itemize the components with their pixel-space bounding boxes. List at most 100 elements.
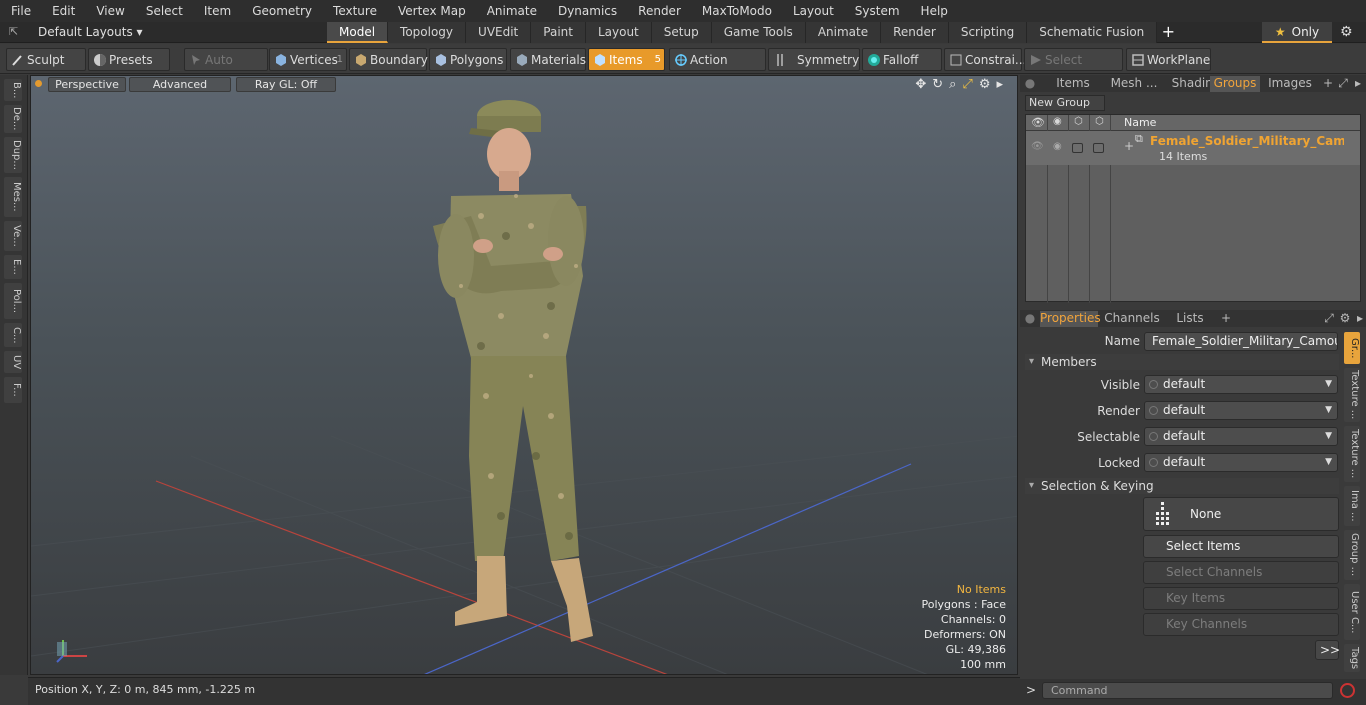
tab-images[interactable]: Images: [1262, 76, 1318, 92]
expand-panel-icon[interactable]: ⤢: [1336, 76, 1350, 92]
menu-help[interactable]: Help: [910, 0, 958, 22]
menu-maxtomodo[interactable]: MaxToModo: [691, 0, 782, 22]
move-icon[interactable]: ✥: [915, 77, 926, 92]
key-items-button[interactable]: Key Items: [1143, 587, 1339, 610]
sculpt-button[interactable]: Sculpt: [6, 48, 86, 71]
left-tab-b[interactable]: B...: [4, 79, 22, 101]
only-toggle[interactable]: ★ Only: [1262, 22, 1332, 43]
expand-arrow-icon[interactable]: ▸: [996, 77, 1003, 92]
left-tab-pol[interactable]: Pol...: [4, 283, 22, 319]
fit-icon[interactable]: ⤢: [962, 77, 972, 92]
name-input[interactable]: Female_Soldier_Military_Camouflage_: [1144, 332, 1338, 351]
materials-button[interactable]: Materials: [510, 48, 586, 71]
side-tab-tags[interactable]: Tags: [1344, 644, 1360, 672]
prop-gear-icon[interactable]: ⚙: [1338, 311, 1352, 327]
rotate-icon[interactable]: ↻: [932, 77, 943, 92]
soldier-model[interactable]: [433, 100, 593, 642]
left-tab-ve[interactable]: Ve...: [4, 221, 22, 251]
left-tab-c[interactable]: C...: [4, 323, 22, 347]
tab-channels[interactable]: Channels: [1104, 311, 1160, 327]
symmetry-button[interactable]: Symmetry: [768, 48, 860, 71]
tab-animate[interactable]: Animate: [805, 22, 882, 43]
left-tab-f[interactable]: F...: [4, 377, 22, 403]
none-button[interactable]: None: [1143, 497, 1339, 531]
advanced-button[interactable]: Advanced: [129, 77, 231, 92]
left-tab-mes[interactable]: Mes...: [4, 177, 22, 217]
prop-arrow-icon[interactable]: ▸: [1354, 311, 1366, 327]
menu-system[interactable]: System: [844, 0, 910, 22]
zoom-icon[interactable]: ⌕: [949, 77, 956, 92]
tab-uvedit[interactable]: UVEdit: [466, 22, 532, 43]
select-items-button[interactable]: Select Items: [1143, 535, 1339, 558]
menu-texture[interactable]: Texture: [322, 0, 387, 22]
prop-expand-icon[interactable]: ⤢: [1322, 311, 1336, 327]
add-panel-tab-icon[interactable]: +: [1322, 76, 1334, 92]
gear-icon[interactable]: ⚙: [1340, 24, 1353, 40]
viewport-gear-icon[interactable]: ⚙: [979, 77, 991, 92]
constraints-button[interactable]: Constrai...: [944, 48, 1026, 71]
render-select[interactable]: default ▼: [1144, 401, 1338, 420]
side-tab-user-channels[interactable]: User C...: [1344, 584, 1360, 640]
menu-vertex-map[interactable]: Vertex Map: [387, 0, 476, 22]
tab-schematic-fusion[interactable]: Schematic Fusion: [1027, 22, 1158, 43]
locked-select[interactable]: default ▼: [1144, 453, 1338, 472]
tab-lists[interactable]: Lists: [1166, 311, 1214, 327]
add-prop-tab-icon[interactable]: +: [1220, 311, 1232, 327]
left-tab-e[interactable]: E...: [4, 255, 22, 279]
menu-animate[interactable]: Animate: [476, 0, 547, 22]
falloff-button[interactable]: Falloff: [862, 48, 942, 71]
side-tab-image[interactable]: Ima ...: [1344, 486, 1360, 526]
menu-edit[interactable]: Edit: [41, 0, 85, 22]
new-group-button[interactable]: New Group: [1025, 95, 1105, 111]
side-tab-group[interactable]: Group ...: [1344, 530, 1360, 580]
more-button[interactable]: >>: [1315, 640, 1340, 660]
record-icon[interactable]: [1340, 683, 1355, 698]
tab-groups[interactable]: Groups: [1210, 76, 1260, 92]
polygons-button[interactable]: Polygons: [429, 48, 507, 71]
row-selectable-box[interactable]: [1072, 143, 1083, 153]
select-through-button[interactable]: Select Through: [1024, 48, 1123, 89]
menu-layout[interactable]: Layout: [782, 0, 844, 22]
action-center-button[interactable]: Action Center: [669, 48, 766, 89]
tab-paint[interactable]: Paint: [531, 22, 586, 43]
tab-model[interactable]: Model: [327, 22, 389, 43]
left-tab-de[interactable]: De...: [4, 105, 22, 133]
tab-topology[interactable]: Topology: [388, 22, 467, 43]
menu-file[interactable]: File: [0, 0, 41, 22]
row-lock-box[interactable]: [1093, 143, 1104, 153]
tab-scripting[interactable]: Scripting: [948, 22, 1028, 43]
tab-game-tools[interactable]: Game Tools: [711, 22, 806, 43]
auto-select-button[interactable]: Auto Select: [184, 48, 268, 89]
visible-select[interactable]: default ▼: [1144, 375, 1338, 394]
panel-arrow-icon[interactable]: ▸: [1352, 76, 1364, 92]
raygl-button[interactable]: Ray GL: Off: [236, 77, 336, 92]
tab-properties[interactable]: Properties: [1040, 311, 1101, 327]
command-input[interactable]: Command: [1042, 682, 1333, 699]
presets-button[interactable]: Presets: [88, 48, 170, 71]
prop-menu-dot[interactable]: ●: [1024, 311, 1036, 327]
layout-selector[interactable]: Default Layouts ▾: [38, 24, 143, 41]
perspective-button[interactable]: Perspective: [48, 77, 126, 92]
members-section[interactable]: Members: [1025, 354, 1339, 370]
menu-select[interactable]: Select: [135, 0, 193, 22]
select-channels-button[interactable]: Select Channels: [1143, 561, 1339, 584]
side-tab-texture-2[interactable]: Texture ...: [1344, 426, 1360, 482]
workplane-button[interactable]: WorkPlane: [1126, 48, 1211, 71]
selection-keying-section[interactable]: Selection & Keying: [1025, 478, 1339, 494]
vertices-button[interactable]: Vertices 1: [269, 48, 347, 71]
selectable-select[interactable]: default ▼: [1144, 427, 1338, 446]
tab-items[interactable]: Items: [1044, 76, 1102, 92]
group-name[interactable]: Female_Soldier_Military_Camouflage_: [1150, 134, 1344, 148]
menu-view[interactable]: View: [85, 0, 134, 22]
viewport-menu-dot[interactable]: [35, 80, 42, 87]
expand-plus-icon[interactable]: +: [1124, 139, 1134, 153]
tab-setup[interactable]: Setup: [651, 22, 712, 43]
left-tab-uv[interactable]: UV: [4, 351, 22, 373]
menu-dynamics[interactable]: Dynamics: [547, 0, 627, 22]
3d-viewport[interactable]: Perspective Advanced Ray GL: Off ✥ ↻ ⌕ ⤢…: [30, 75, 1018, 675]
left-tab-dup[interactable]: Dup...: [4, 137, 22, 173]
boundary-button[interactable]: Boundary: [349, 48, 428, 71]
side-tab-texture-1[interactable]: Texture ...: [1344, 368, 1360, 422]
tab-layout[interactable]: Layout: [585, 22, 652, 43]
layout-arrows-icon[interactable]: ⇱: [9, 25, 21, 39]
